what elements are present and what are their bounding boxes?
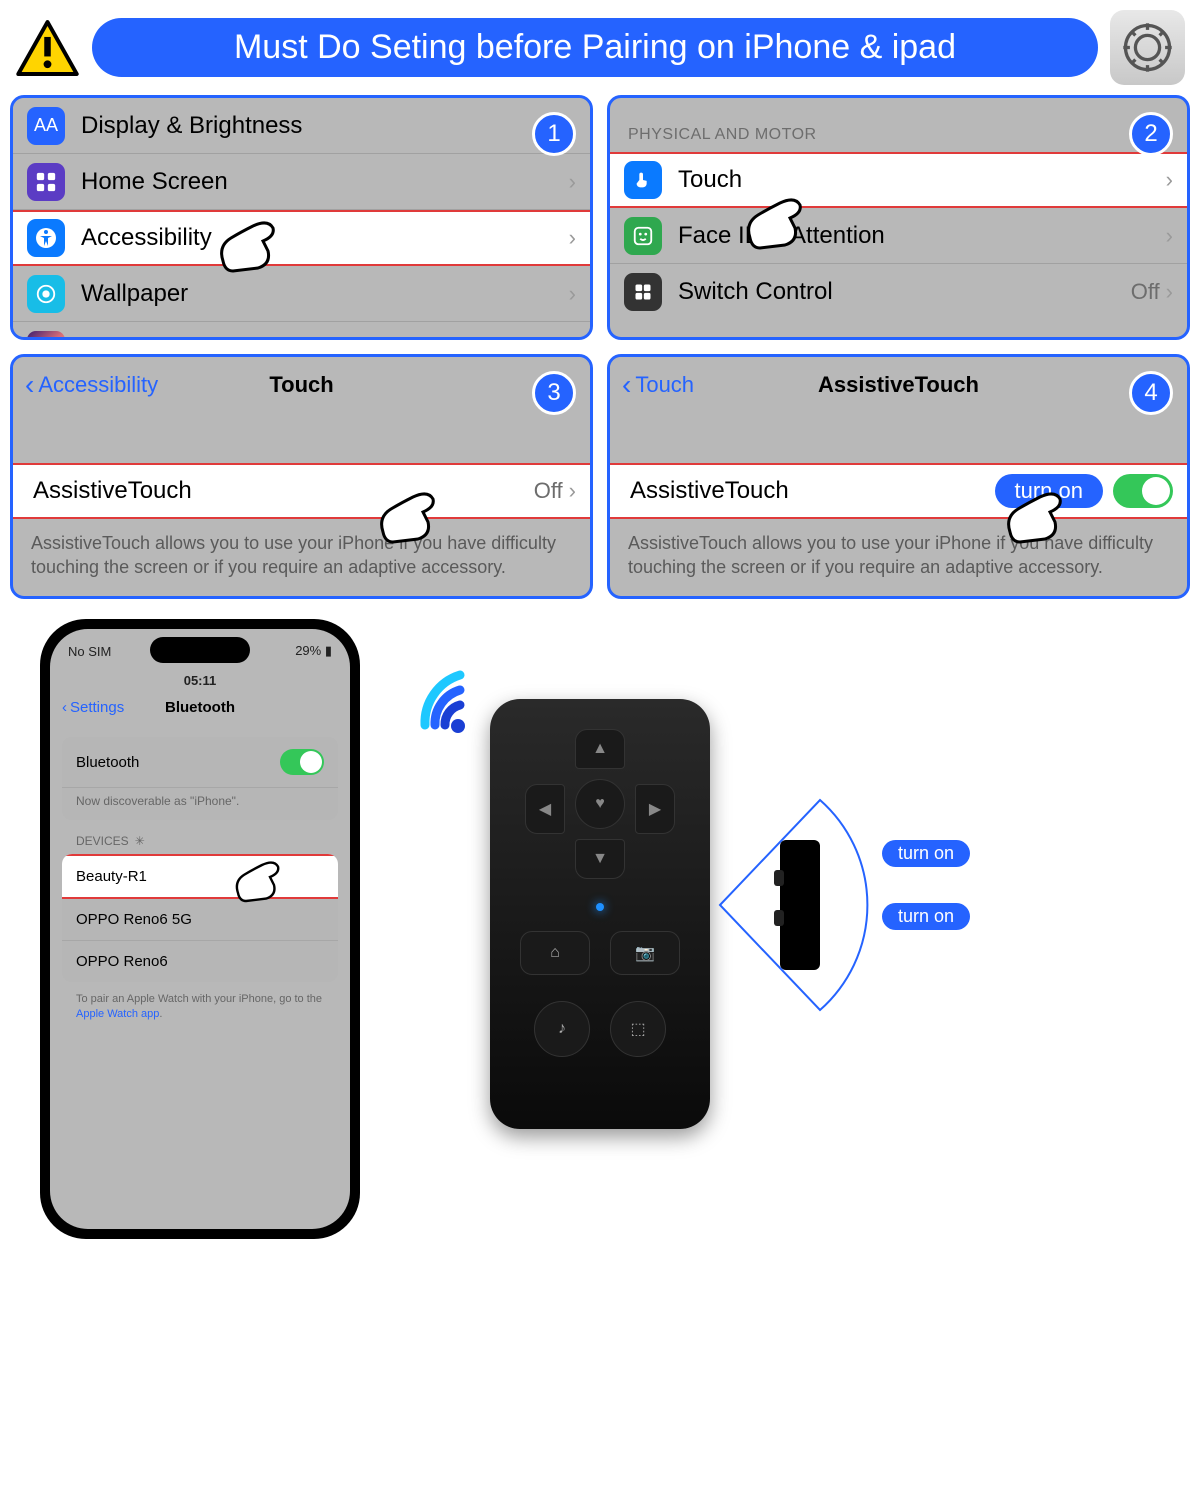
accessibility-icon: [27, 219, 65, 257]
iphone-mockup: No SIM 05:11 29% ▮ ‹ Settings Bluetooth …: [40, 619, 360, 1239]
dpad-up[interactable]: ▲: [575, 729, 625, 769]
chevron-right-icon: ›: [1166, 223, 1173, 249]
nav-title: AssistiveTouch: [818, 372, 979, 398]
description-text: AssistiveTouch allows you to use your iP…: [610, 519, 1187, 592]
settings-row-home-screen[interactable]: Home Screen ›: [13, 154, 590, 210]
led-indicator: [596, 903, 604, 911]
pair-note: To pair an Apple Watch with your iPhone,…: [62, 982, 338, 1033]
turn-on-label: turn on: [882, 903, 970, 930]
chevron-right-icon: ›: [1166, 167, 1173, 193]
record-button[interactable]: ⬚: [610, 1001, 666, 1057]
chevron-right-icon: ›: [1166, 279, 1173, 305]
devices-header: DEVICES ✳: [62, 820, 338, 854]
dpad-left[interactable]: ◀: [525, 784, 565, 834]
settings-row-switch-control[interactable]: Switch Control Off ›: [610, 264, 1187, 320]
dynamic-island: [150, 637, 250, 663]
remote-control: ▲ ▼ ◀ ▶ ♥ ⌂ 📷 ♪ ⬚: [490, 699, 710, 1129]
wireless-icon: [410, 660, 500, 745]
switch-control-icon: [624, 273, 662, 311]
settings-app-icon: [1110, 10, 1185, 85]
step-panel-4: 4 ‹ Touch AssistiveTouch AssistiveTouch …: [607, 354, 1190, 599]
carrier-text: No SIM: [68, 644, 111, 659]
settings-row-display-brightness[interactable]: AA Display & Brightness ›: [13, 98, 590, 154]
settings-row-wallpaper[interactable]: Wallpaper ›: [13, 266, 590, 322]
toggle-on[interactable]: [1113, 474, 1173, 508]
home-screen-icon: [27, 163, 65, 201]
chevron-left-icon: ‹: [622, 369, 631, 401]
camera-button[interactable]: 📷: [610, 931, 680, 975]
warning-icon: [15, 18, 80, 78]
step-panel-3: 3 ‹ Accessibility Touch AssistiveTouch O…: [10, 354, 593, 599]
device-row[interactable]: OPPO Reno6 5G: [62, 899, 338, 941]
step-badge: 1: [532, 112, 576, 156]
page-title: Must Do Seting before Pairing on iPhone …: [92, 18, 1098, 77]
chevron-left-icon: ‹: [25, 369, 34, 401]
chevron-left-icon: ‹: [62, 699, 67, 716]
dpad: ▲ ▼ ◀ ▶ ♥: [525, 729, 675, 879]
section-header: PHYSICAL AND MOTOR: [610, 98, 1187, 152]
navbar: ‹ Accessibility Touch: [13, 357, 590, 413]
header: Must Do Seting before Pairing on iPhone …: [0, 0, 1200, 95]
step-panel-2: 2 PHYSICAL AND MOTOR Touch › Face ID & A…: [607, 95, 1190, 340]
clock-text: 05:11: [184, 673, 217, 688]
device-row-beauty-r1[interactable]: Beauty-R1: [62, 854, 338, 899]
dpad-down[interactable]: ▼: [575, 839, 625, 879]
discoverable-text: Now discoverable as "iPhone".: [62, 788, 338, 820]
apple-watch-link[interactable]: Apple Watch app: [76, 1008, 159, 1020]
toggle-on[interactable]: [280, 749, 324, 775]
pointing-hand-icon: [373, 487, 443, 547]
pointing-hand-icon: [213, 216, 283, 276]
touch-icon: [624, 161, 662, 199]
step-badge: 3: [532, 371, 576, 415]
settings-row-accessibility[interactable]: Accessibility ›: [13, 210, 590, 266]
step-badge: 2: [1129, 112, 1173, 156]
pointing-hand-icon: [230, 857, 286, 905]
settings-row-touch[interactable]: Touch ›: [610, 152, 1187, 208]
home-button[interactable]: ⌂: [520, 931, 590, 975]
step-badge: 4: [1129, 371, 1173, 415]
back-button[interactable]: ‹ Touch: [622, 369, 694, 401]
siri-icon: [27, 331, 65, 340]
chevron-right-icon: ›: [569, 225, 576, 251]
phone-navbar: ‹ Settings Bluetooth: [50, 689, 350, 725]
settings-row-assistivetouch[interactable]: AssistiveTouch Off ›: [13, 463, 590, 519]
dpad-center[interactable]: ♥: [575, 779, 625, 829]
nav-title: Touch: [269, 372, 333, 398]
spinner-icon: ✳: [135, 834, 145, 848]
wallpaper-icon: [27, 275, 65, 313]
bluetooth-toggle-row[interactable]: Bluetooth: [62, 737, 338, 788]
battery-text: 29% ▮: [295, 643, 332, 659]
back-button[interactable]: ‹ Accessibility: [25, 369, 158, 401]
dpad-right[interactable]: ▶: [635, 784, 675, 834]
nav-title: Bluetooth: [165, 699, 235, 716]
pointing-hand-icon: [1000, 487, 1070, 547]
chevron-right-icon: ›: [569, 281, 576, 307]
music-button[interactable]: ♪: [534, 1001, 590, 1057]
pointing-hand-icon: [740, 193, 810, 253]
back-button[interactable]: ‹ Settings: [62, 699, 124, 716]
display-brightness-icon: AA: [27, 107, 65, 145]
navbar: ‹ Touch AssistiveTouch: [610, 357, 1187, 413]
chevron-right-icon: ›: [569, 169, 576, 195]
device-row[interactable]: OPPO Reno6: [62, 941, 338, 982]
chevron-right-icon: ›: [569, 337, 576, 340]
settings-row-assistivetouch-toggle[interactable]: AssistiveTouch turn on: [610, 463, 1187, 519]
settings-row-siri[interactable]: Siri & Search ›: [13, 322, 590, 340]
step-panel-1: 1 AA Display & Brightness › Home Screen …: [10, 95, 593, 340]
turn-on-label: turn on: [882, 840, 970, 867]
faceid-icon: [624, 217, 662, 255]
remote-side-detail: turn on turn on: [710, 770, 970, 1040]
remote-side-view: [780, 840, 820, 970]
chevron-right-icon: ›: [569, 478, 576, 504]
description-text: AssistiveTouch allows you to use your iP…: [13, 519, 590, 592]
settings-row-faceid[interactable]: Face ID & Attention ›: [610, 208, 1187, 264]
